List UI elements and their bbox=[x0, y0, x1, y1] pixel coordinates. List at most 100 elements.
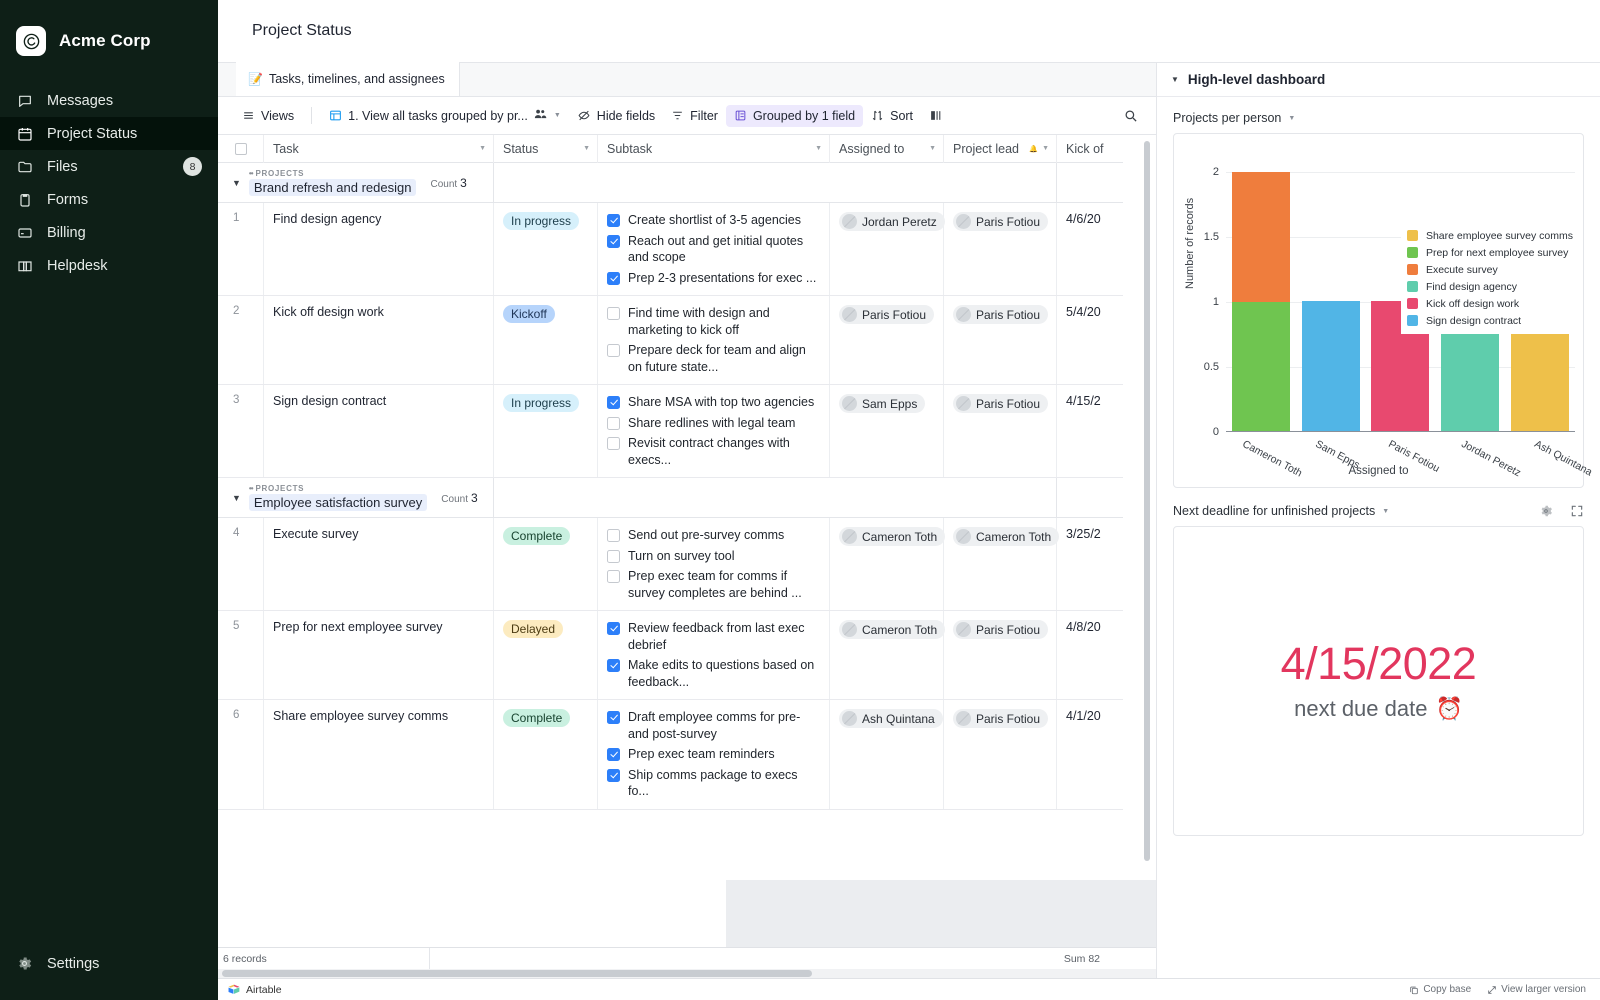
search-button[interactable] bbox=[1115, 104, 1146, 127]
select-all-header[interactable] bbox=[218, 135, 264, 163]
select-all-checkbox[interactable] bbox=[234, 142, 247, 155]
subtask-checkbox[interactable] bbox=[607, 768, 620, 782]
bar-group-cameron-toth[interactable] bbox=[1226, 172, 1296, 431]
subtask-item[interactable]: Make edits to questions based on feedbac… bbox=[607, 657, 820, 690]
group-button[interactable]: Grouped by 1 field bbox=[725, 104, 864, 127]
group-header-row[interactable]: ▼ •• PROJECTS Brand refresh and redesign… bbox=[218, 163, 1123, 203]
subtask-checkbox[interactable] bbox=[607, 396, 620, 409]
cell-status[interactable]: In progress bbox=[494, 385, 598, 477]
cell-subtask[interactable]: Review feedback from last exec debrief M… bbox=[598, 611, 830, 699]
subtask-checkbox[interactable] bbox=[607, 437, 620, 450]
horizontal-scrollbar[interactable] bbox=[218, 969, 1156, 978]
vertical-scrollbar[interactable] bbox=[1144, 141, 1150, 861]
subtask-checkbox[interactable] bbox=[607, 570, 620, 583]
subtask-item[interactable]: Prepare deck for team and align on futur… bbox=[607, 342, 820, 375]
subtask-item[interactable]: Find time with design and marketing to k… bbox=[607, 305, 820, 338]
group-header-left[interactable]: ▼ •• PROJECTS Employee satisfaction surv… bbox=[218, 478, 494, 517]
subtask-checkbox[interactable] bbox=[607, 214, 620, 227]
cell-assigned-to[interactable]: Jordan Peretz bbox=[830, 203, 945, 295]
cell-subtask[interactable]: Draft employee comms for pre- and post-s… bbox=[598, 700, 830, 809]
sidebar-item-project-status[interactable]: Project Status bbox=[0, 117, 218, 150]
subtask-item[interactable]: Revisit contract changes with execs... bbox=[607, 435, 820, 468]
sidebar-item-settings[interactable]: Settings bbox=[0, 955, 218, 972]
cell-assigned-to[interactable]: Cameron Toth bbox=[830, 611, 946, 699]
copy-base-link[interactable]: Copy base bbox=[1409, 984, 1471, 995]
subtask-checkbox[interactable] bbox=[607, 622, 620, 635]
subtask-checkbox[interactable] bbox=[607, 659, 620, 672]
subtask-checkbox[interactable] bbox=[607, 271, 620, 285]
cell-subtask[interactable]: Send out pre-survey comms Turn on survey… bbox=[598, 518, 830, 610]
view-larger-link[interactable]: View larger version bbox=[1487, 984, 1586, 995]
group-collapse-icon[interactable]: ▼ bbox=[232, 493, 241, 503]
cell-status[interactable]: In progress bbox=[494, 203, 598, 295]
cell-project-lead[interactable]: Cameron Toth bbox=[944, 518, 1060, 610]
cell-kickoff[interactable]: 4/15/2 bbox=[1057, 385, 1123, 477]
cell-subtask[interactable]: Find time with design and marketing to k… bbox=[598, 296, 830, 384]
sidebar-item-billing[interactable]: Billing bbox=[0, 216, 218, 249]
current-view-button[interactable]: 1. View all tasks grouped by pr... ▼ bbox=[321, 104, 569, 127]
expand-icon[interactable] bbox=[1570, 504, 1584, 518]
column-header-project-lead[interactable]: Project lead 🔔 ▼ bbox=[944, 135, 1057, 163]
bar-segment-execute-survey[interactable] bbox=[1231, 172, 1290, 302]
subtask-item[interactable]: Ship comms package to execs fo... bbox=[607, 767, 820, 800]
hide-fields-button[interactable]: Hide fields bbox=[569, 105, 663, 127]
chevron-down-icon[interactable]: ▼ bbox=[583, 145, 590, 152]
table-row[interactable]: 3 Sign design contract In progress Share… bbox=[218, 385, 1123, 478]
cell-project-lead[interactable]: Paris Fotiou bbox=[944, 296, 1057, 384]
group-header-row[interactable]: ▼ •• PROJECTS Employee satisfaction surv… bbox=[218, 478, 1123, 518]
cell-task[interactable]: Execute survey bbox=[264, 518, 494, 610]
sidebar-item-files[interactable]: Files 8 bbox=[0, 150, 218, 183]
cell-assigned-to[interactable]: Ash Quintana bbox=[830, 700, 944, 809]
group-header-left[interactable]: ▼ •• PROJECTS Brand refresh and redesign… bbox=[218, 163, 494, 202]
legend-item[interactable]: Prep for next employee survey bbox=[1406, 244, 1573, 261]
sidebar-item-messages[interactable]: Messages bbox=[0, 84, 218, 117]
group-collapse-icon[interactable]: ▼ bbox=[232, 178, 241, 188]
subtask-checkbox[interactable] bbox=[607, 307, 620, 320]
chevron-down-icon[interactable]: ▼ bbox=[929, 145, 936, 152]
subtask-item[interactable]: Send out pre-survey comms bbox=[607, 527, 820, 544]
subtask-checkbox[interactable] bbox=[607, 549, 620, 563]
column-header-status[interactable]: Status ▼ bbox=[494, 135, 598, 163]
chevron-down-icon[interactable]: ▼ bbox=[1042, 145, 1049, 152]
bar-segment-prep-for-next-employee-survey[interactable] bbox=[1231, 301, 1290, 431]
subtask-checkbox[interactable] bbox=[607, 529, 620, 542]
subtask-item[interactable]: Prep exec team reminders bbox=[607, 746, 820, 763]
gear-icon[interactable] bbox=[1539, 504, 1553, 518]
cell-kickoff[interactable]: 5/4/20 bbox=[1057, 296, 1123, 384]
airtable-brand[interactable]: Airtable bbox=[228, 984, 282, 996]
cell-task[interactable]: Prep for next employee survey bbox=[264, 611, 494, 699]
chevron-down-icon[interactable]: ▼ bbox=[554, 112, 561, 119]
subtask-item[interactable]: Reach out and get initial quotes and sco… bbox=[607, 233, 820, 266]
subtask-item[interactable]: Prep 2-3 presentations for exec ... bbox=[607, 270, 820, 287]
legend-item[interactable]: Share employee survey comms bbox=[1406, 227, 1573, 244]
bar-group-sam-epps[interactable] bbox=[1296, 172, 1366, 431]
table-row[interactable]: 5 Prep for next employee survey Delayed … bbox=[218, 611, 1123, 700]
table-row[interactable]: 6 Share employee survey comms Complete D… bbox=[218, 700, 1123, 810]
cell-assigned-to[interactable]: Cameron Toth bbox=[830, 518, 946, 610]
legend-item[interactable]: Execute survey bbox=[1406, 261, 1573, 278]
collapse-icon[interactable]: ▼ bbox=[1171, 75, 1179, 84]
cell-subtask[interactable]: Share MSA with top two agencies Share re… bbox=[598, 385, 830, 477]
legend-item[interactable]: Kick off design work bbox=[1406, 295, 1573, 312]
dashboard-header[interactable]: ▼ High-level dashboard bbox=[1157, 63, 1600, 97]
cell-project-lead[interactable]: Paris Fotiou bbox=[944, 611, 1057, 699]
subtask-checkbox[interactable] bbox=[607, 234, 620, 248]
cell-task[interactable]: Kick off design work bbox=[264, 296, 494, 384]
sidebar-item-helpdesk[interactable]: Helpdesk bbox=[0, 249, 218, 282]
cell-assigned-to[interactable]: Paris Fotiou bbox=[830, 296, 944, 384]
column-header-assigned-to[interactable]: Assigned to ▼ bbox=[830, 135, 944, 163]
legend-item[interactable]: Sign design contract bbox=[1406, 312, 1573, 329]
cell-status[interactable]: Complete bbox=[494, 518, 598, 610]
cell-kickoff[interactable]: 3/25/2 bbox=[1057, 518, 1123, 610]
subtask-item[interactable]: Prep exec team for comms if survey compl… bbox=[607, 568, 820, 601]
chevron-down-icon[interactable]: ▼ bbox=[479, 145, 486, 152]
column-header-kickoff[interactable]: Kick of bbox=[1057, 135, 1123, 163]
cell-kickoff[interactable]: 4/1/20 bbox=[1057, 700, 1123, 809]
table-row[interactable]: 1 Find design agency In progress Create … bbox=[218, 203, 1123, 296]
subtask-item[interactable]: Review feedback from last exec debrief bbox=[607, 620, 820, 653]
subtask-item[interactable]: Turn on survey tool bbox=[607, 548, 820, 565]
filter-button[interactable]: Filter bbox=[663, 105, 726, 127]
views-button[interactable]: Views bbox=[234, 105, 302, 127]
cell-assigned-to[interactable]: Sam Epps bbox=[830, 385, 944, 477]
subtask-item[interactable]: Share MSA with top two agencies bbox=[607, 394, 820, 411]
